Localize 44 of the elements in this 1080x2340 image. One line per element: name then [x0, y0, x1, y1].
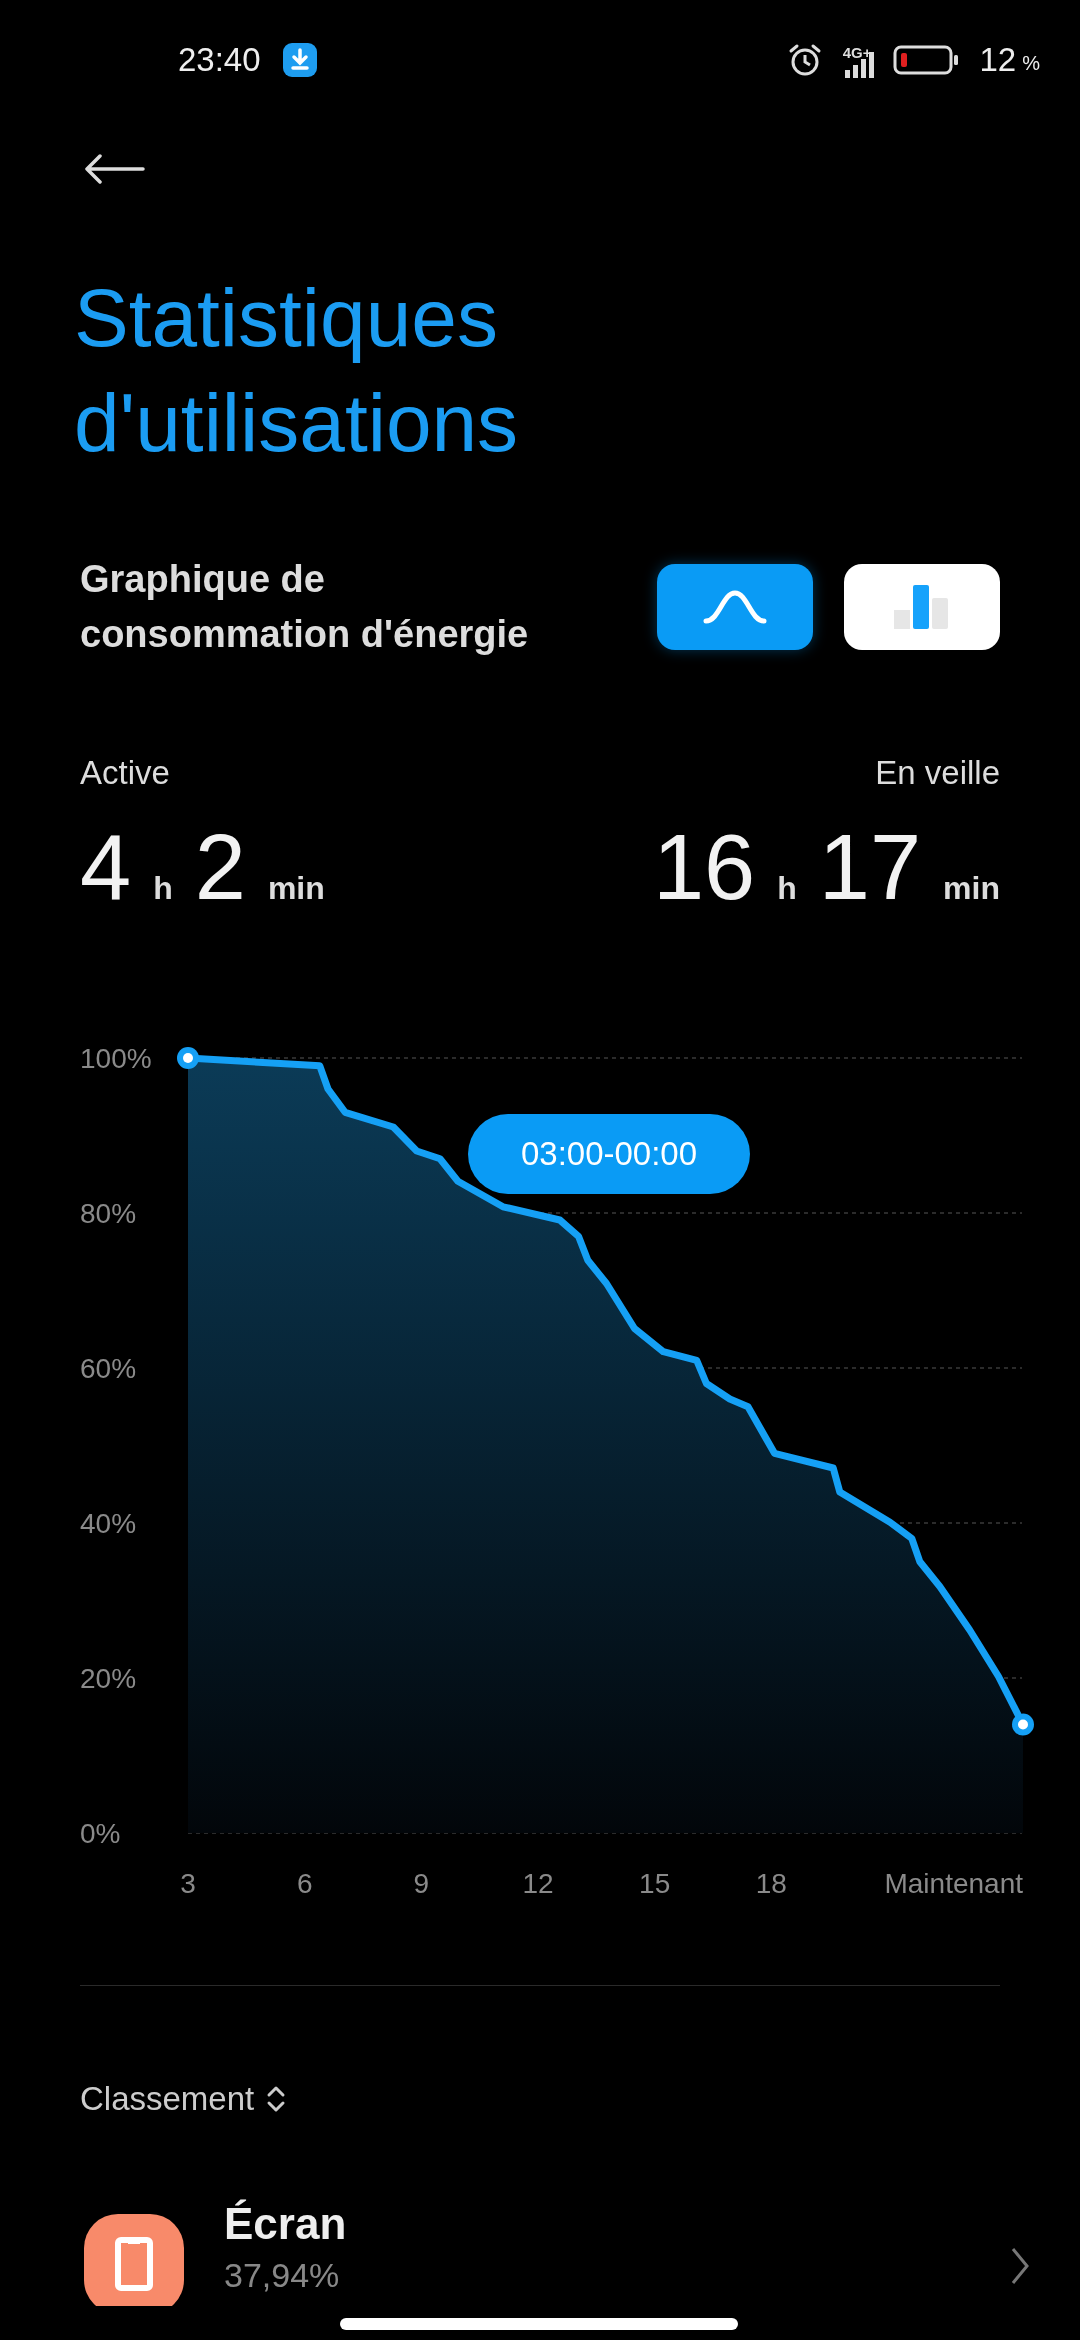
curve-view-button[interactable] [657, 564, 813, 650]
hours-value: 16 [652, 815, 756, 920]
x-axis-label: Maintenant [884, 1868, 1023, 1899]
x-axis-label: 12 [522, 1868, 554, 1899]
battery-percent: 12 [979, 40, 1017, 79]
item-percent: 37,94% [224, 2255, 341, 2296]
stat-label: En veille [875, 753, 1000, 793]
minutes-unit: min [267, 870, 325, 907]
x-axis-label: 6 [296, 1868, 313, 1899]
section-title: Graphique de consommation d'énergie [80, 557, 530, 657]
y-axis-label: 20% [80, 1663, 137, 1694]
y-axis-label: 100% [80, 1043, 152, 1074]
network-type: 4G+ [842, 44, 872, 61]
bar-chart-icon [894, 585, 950, 629]
end-point [1012, 1713, 1034, 1736]
item-name: Écran [224, 2198, 348, 2250]
usage-row[interactable]: Écran 37,94% [0, 2196, 1080, 2306]
minutes-value: 2 [194, 815, 246, 920]
y-axis-label: 0% [80, 1818, 121, 1849]
chevron-icon [1010, 2246, 1030, 2286]
percent-sign: % [1022, 52, 1040, 75]
battery-icon [893, 44, 960, 75]
x-axis-label: 15 [639, 1868, 671, 1899]
curve-icon [703, 590, 767, 624]
hours-unit: h [777, 870, 797, 907]
page-title: Statistiques d'utilisations [74, 271, 520, 470]
start-point [177, 1047, 199, 1069]
minutes-value: 17 [818, 815, 922, 920]
y-axis-label: 40% [80, 1508, 137, 1539]
hours-unit: h [153, 870, 173, 907]
status-time: 23:40 [178, 40, 261, 79]
sort-label[interactable]: Classement [80, 2080, 255, 2118]
time-range-tooltip: 03:00-00:00 [468, 1114, 750, 1194]
hours-value: 4 [80, 815, 132, 920]
download-icon [282, 42, 317, 77]
bar-view-button[interactable] [844, 564, 1000, 650]
y-axis-label: 60% [80, 1353, 137, 1384]
x-axis-label: 3 [180, 1868, 196, 1899]
minutes-unit: min [943, 870, 1000, 907]
stat-label: Active [80, 753, 171, 793]
x-axis-label: 9 [413, 1868, 430, 1899]
y-axis-label: 80% [80, 1198, 137, 1229]
x-axis-label: 18 [755, 1868, 787, 1899]
back-arrow-icon [84, 153, 146, 184]
